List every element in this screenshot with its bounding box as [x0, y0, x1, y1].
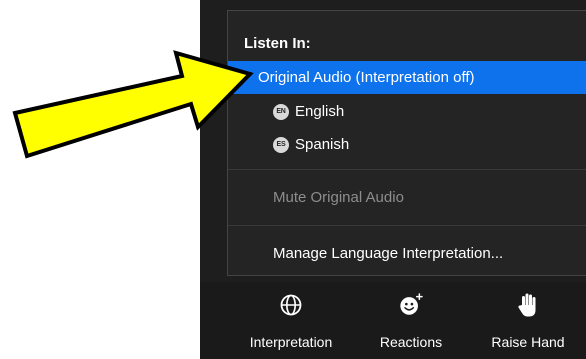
menu-item-english[interactable]: EN English	[228, 95, 586, 128]
menu-item-original-audio[interactable]: ✓ Original Audio (Interpretation off)	[228, 61, 586, 94]
menu-item-label: Mute Original Audio	[273, 189, 404, 206]
raise-hand-label: Raise Hand	[491, 334, 565, 350]
menu-item-label: Original Audio (Interpretation off)	[258, 69, 475, 86]
language-badge-icon: ES	[273, 136, 289, 153]
menu-item-spanish[interactable]: ES Spanish	[228, 128, 586, 161]
interpretation-label: Interpretation	[249, 334, 333, 350]
menu-divider	[228, 169, 586, 170]
smiley-plus-icon	[398, 292, 424, 318]
menu-item-label: Spanish	[295, 136, 350, 153]
raise-hand-button[interactable]: Raise Hand	[480, 282, 576, 359]
menu-item-label: Manage Language Interpretation...	[273, 245, 504, 262]
checkmark-icon: ✓	[238, 69, 250, 85]
menu-item-mute-original-audio: Mute Original Audio	[228, 181, 586, 214]
menu-header: Listen In:	[244, 35, 311, 52]
hand-icon	[515, 292, 541, 318]
reactions-label: Reactions	[379, 334, 443, 350]
listen-in-menu: Listen In: ✓ Original Audio (Interpretat…	[227, 10, 586, 276]
menu-divider	[228, 225, 586, 226]
globe-icon	[278, 292, 304, 318]
interpretation-button[interactable]: Interpretation	[236, 282, 346, 359]
menu-item-label: English	[295, 103, 345, 120]
reactions-button[interactable]: Reactions	[366, 282, 456, 359]
meeting-toolbar: Interpretation Reactions Raise Hand	[200, 282, 586, 359]
language-badge-icon: EN	[273, 103, 289, 120]
menu-item-manage-interpretation[interactable]: Manage Language Interpretation...	[228, 237, 586, 270]
